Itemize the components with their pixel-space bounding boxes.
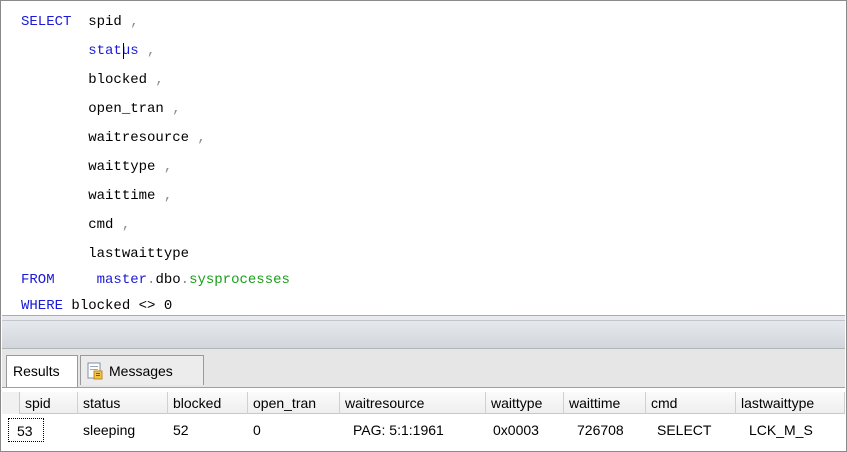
code-line-open-tran: open_tran , — [21, 98, 181, 120]
keyword-where: WHERE — [21, 298, 64, 314]
cell-blocked[interactable]: 52 — [168, 418, 248, 442]
comma: , — [138, 43, 156, 59]
cell-waitresource[interactable]: PAG: 5:1:1961 — [348, 418, 488, 442]
query-editor[interactable]: SELECT spid , status , blocked , open_tr… — [2, 2, 845, 314]
column-waitresource: waitresource — [21, 130, 190, 146]
cell-lastwaittype[interactable]: LCK_M_S — [744, 418, 845, 442]
pane-splitter[interactable] — [2, 315, 845, 349]
comma: , — [163, 101, 181, 117]
column-cmd: cmd — [21, 217, 114, 233]
cell-spid[interactable]: 53 — [8, 418, 44, 442]
code-line-waittype: waittype , — [21, 156, 172, 178]
cell-status[interactable]: sleeping — [78, 418, 168, 442]
cell-waittime[interactable]: 726708 — [572, 418, 652, 442]
code-line-status: status , — [21, 40, 155, 62]
keyword-select: SELECT — [21, 14, 72, 30]
column-status: status — [21, 43, 139, 59]
column-header-blocked[interactable]: blocked — [168, 392, 248, 414]
row-header-corner[interactable] — [2, 392, 20, 414]
splitter-divider — [2, 320, 845, 321]
code-line-select: SELECT spid , — [21, 11, 139, 33]
grid-header-row: spid status blocked open_tran waitresour… — [2, 392, 845, 414]
column-header-open-tran[interactable]: open_tran — [248, 392, 340, 414]
column-waittype: waittype — [21, 159, 156, 175]
code-line-waittime: waittime , — [21, 185, 172, 207]
column-lastwaittype: lastwaittype — [21, 246, 190, 262]
tab-results[interactable]: Results — [6, 355, 78, 387]
query-window: SELECT spid , status , blocked , open_tr… — [0, 0, 847, 452]
results-grid[interactable]: spid status blocked open_tran waitresour… — [2, 388, 845, 451]
tab-messages-label: Messages — [109, 363, 173, 379]
code-line-cmd: cmd , — [21, 214, 130, 236]
comma: , — [113, 217, 131, 233]
text-caret — [123, 43, 124, 59]
code-line-where: WHERE blocked <> 0 — [21, 295, 172, 317]
comma: , — [155, 188, 173, 204]
messages-icon — [87, 362, 103, 380]
code-line-waitresource: waitresource , — [21, 127, 206, 149]
cell-open-tran[interactable]: 0 — [248, 418, 340, 442]
column-header-lastwaittype[interactable]: lastwaittype — [736, 392, 845, 414]
column-waittime: waittime — [21, 188, 156, 204]
column-header-waittype[interactable]: waittype — [486, 392, 564, 414]
tab-results-label: Results — [13, 363, 60, 379]
object-sysprocesses: sysprocesses — [189, 272, 290, 288]
comma: , — [155, 159, 173, 175]
comma: , — [147, 72, 164, 88]
cell-waittype[interactable]: 0x0003 — [488, 418, 566, 442]
object-dbo: dbo — [155, 272, 181, 288]
column-spid: spid — [71, 14, 122, 30]
code-line-lastwaittype: lastwaittype — [21, 243, 189, 265]
code-line-blocked: blocked , — [21, 69, 164, 91]
comma: , — [121, 14, 139, 30]
cell-cmd[interactable]: SELECT — [652, 418, 742, 442]
keyword-from: FROM — [21, 272, 55, 288]
dot: . — [180, 272, 190, 288]
object-master: master — [96, 272, 148, 288]
where-condition: blocked <> 0 — [63, 298, 173, 314]
column-open-tran: open_tran — [21, 101, 164, 117]
column-header-waitresource[interactable]: waitresource — [340, 392, 486, 414]
column-header-spid[interactable]: spid — [20, 392, 78, 414]
comma: , — [189, 130, 206, 146]
column-header-cmd[interactable]: cmd — [646, 392, 736, 414]
column-header-waittime[interactable]: waittime — [564, 392, 646, 414]
code-line-from: FROM master.dbo.sysprocesses — [21, 269, 290, 291]
column-header-status[interactable]: status — [78, 392, 168, 414]
tab-messages[interactable]: Messages — [80, 355, 204, 385]
column-blocked: blocked — [21, 72, 148, 88]
table-row[interactable]: 53 sleeping 52 0 PAG: 5:1:1961 0x0003 72… — [2, 418, 845, 442]
results-tab-bar: Results Messages — [2, 349, 845, 388]
